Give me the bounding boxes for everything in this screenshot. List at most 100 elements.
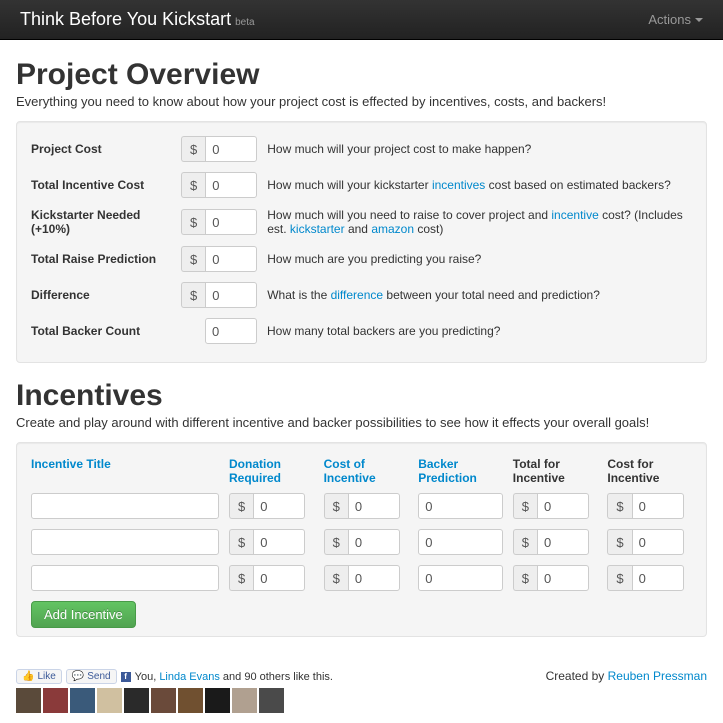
kickstarter-needed-label: Kickstarter Needed (+10%) [31,208,171,236]
difference-label: Difference [31,288,171,302]
page-title: Project Overview [16,58,707,92]
costfor-input[interactable] [632,529,684,555]
cost-input[interactable] [348,529,400,555]
avatar[interactable] [43,688,68,713]
total-input[interactable] [537,565,589,591]
difference-link[interactable]: difference [331,288,383,302]
avatar[interactable] [97,688,122,713]
difference-input[interactable] [205,282,257,308]
dollar-addon: $ [607,529,631,555]
total-backer-input[interactable] [205,318,257,344]
project-cost-input[interactable] [205,136,257,162]
incentives-subtitle: Create and play around with different in… [16,415,707,430]
backer-input[interactable] [418,493,503,519]
avatar-row [16,688,333,713]
difference-help: What is the difference between your tota… [267,288,692,302]
total-incentive-cost-input[interactable] [205,172,257,198]
send-button[interactable]: 💬Send [66,669,117,684]
dollar-addon: $ [513,493,537,519]
incentives-link[interactable]: incentives [432,178,485,192]
social-block: 👍Like 💬Send f You, Linda Evans and 90 ot… [16,669,333,713]
avatar[interactable] [124,688,149,713]
costfor-input[interactable] [632,565,684,591]
header-costfor: Cost for Incentive [607,457,692,485]
incentive-title-input[interactable] [31,565,219,591]
like-button[interactable]: 👍Like [16,669,62,684]
avatar[interactable] [178,688,203,713]
incentive-row: $ $ $ $ [31,565,692,591]
header-title[interactable]: Incentive Title [31,457,219,485]
kickstarter-needed-group: $ [181,209,257,235]
footer: 👍Like 💬Send f You, Linda Evans and 90 ot… [0,665,723,723]
social-buttons: 👍Like 💬Send f You, Linda Evans and 90 ot… [16,669,333,684]
total-backer-label: Total Backer Count [31,324,171,338]
cost-input[interactable] [348,493,400,519]
avatar[interactable] [205,688,230,713]
incentive-row: $$$$ [31,529,692,555]
total-raise-help: How much are you predicting you raise? [267,252,692,266]
chevron-down-icon [695,18,703,22]
incentive-title-input[interactable] [31,529,219,555]
backer-input[interactable] [418,565,503,591]
social-name-link[interactable]: Linda Evans [159,671,220,683]
beta-badge: beta [235,17,254,28]
credit: Created by Reuben Pressman [546,669,707,683]
incentive-link[interactable]: incentive [551,208,598,222]
kickstarter-link[interactable]: kickstarter [290,222,345,236]
avatar[interactable] [259,688,284,713]
thumb-icon: 👍 [22,671,34,682]
kickstarter-needed-help: How much will you need to raise to cover… [267,208,692,236]
backer-input[interactable] [418,529,503,555]
donation-input[interactable] [253,529,305,555]
incentive-title-input[interactable] [31,493,219,519]
kickstarter-needed-input[interactable] [205,209,257,235]
cost-input[interactable] [348,565,400,591]
dollar-addon: $ [607,565,631,591]
overview-subtitle: Everything you need to know about how yo… [16,94,707,109]
add-incentive-button[interactable]: Add Incentive [31,601,136,628]
dollar-addon: $ [513,529,537,555]
navbar: Think Before You Kickstart beta Actions [0,0,723,40]
dollar-addon: $ [181,172,205,198]
overview-row: Total Incentive Cost $ How much will you… [31,172,692,198]
overview-row: Project Cost $ How much will your projec… [31,136,692,162]
difference-group: $ [181,282,257,308]
brand[interactable]: Think Before You Kickstart beta [20,9,255,30]
header-backer[interactable]: Backer Prediction [418,457,503,485]
total-input[interactable] [537,493,589,519]
header-donation[interactable]: Donation Required [229,457,314,485]
avatar[interactable] [70,688,95,713]
avatar[interactable] [151,688,176,713]
avatar[interactable] [232,688,257,713]
dollar-addon: $ [513,565,537,591]
dollar-addon: $ [229,565,253,591]
header-cost[interactable]: Cost of Incentive [324,457,409,485]
total-input[interactable] [537,529,589,555]
incentives-title: Incentives [16,379,707,413]
total-incentive-cost-label: Total Incentive Cost [31,178,171,192]
dollar-addon: $ [324,565,348,591]
dollar-addon: $ [229,529,253,555]
overview-row: Total Backer Count How many total backer… [31,318,692,344]
incentives-header: Incentive Title Donation Required Cost o… [31,457,692,485]
donation-input[interactable] [253,565,305,591]
overview-well: Project Cost $ How much will your projec… [16,121,707,363]
total-incentive-cost-group: $ [181,172,257,198]
avatar[interactable] [16,688,41,713]
project-cost-label: Project Cost [31,142,171,156]
amazon-link[interactable]: amazon [371,222,414,236]
brand-text: Think Before You Kickstart [20,9,231,30]
dollar-addon: $ [324,493,348,519]
total-raise-group: $ [181,246,257,272]
author-link[interactable]: Reuben Pressman [608,669,707,683]
project-cost-help: How much will your project cost to make … [267,142,692,156]
donation-input[interactable] [253,493,305,519]
overview-row: Difference $ What is the difference betw… [31,282,692,308]
total-raise-label: Total Raise Prediction [31,252,171,266]
incentives-well: Incentive Title Donation Required Cost o… [16,442,707,637]
actions-menu[interactable]: Actions [648,12,703,27]
costfor-input[interactable] [632,493,684,519]
total-raise-input[interactable] [205,246,257,272]
total-incentive-cost-help: How much will your kickstarter incentive… [267,178,692,192]
project-cost-group: $ [181,136,257,162]
